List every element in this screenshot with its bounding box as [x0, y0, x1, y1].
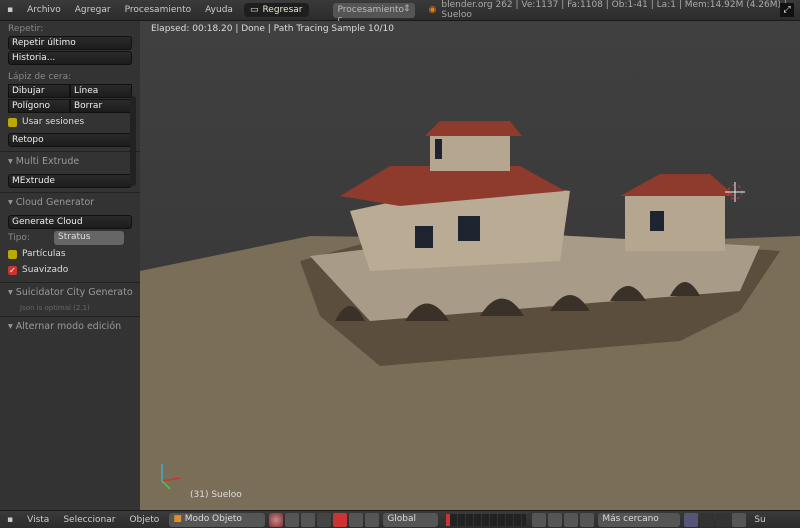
particles-checkbox[interactable]: Partículas — [0, 246, 140, 262]
type-label: Tipo: — [8, 233, 30, 243]
stats-text: blender.org 262 | Ve:1137 | Fa:1108 | Ob… — [441, 0, 787, 20]
panel-title: Cloud Generator — [15, 197, 95, 208]
erase-button[interactable]: Borrar — [70, 99, 132, 113]
shading-icon[interactable] — [269, 512, 284, 527]
render-status: Elapsed: 00:18.20 | Done | Path Tracing … — [151, 24, 394, 34]
draw-button[interactable]: Dibujar — [8, 84, 70, 98]
active-object-label: (31) Sueloo — [190, 490, 242, 500]
panel-multi-extrude[interactable]: ▾ Multi Extrude — [0, 151, 140, 173]
repeat-last-button[interactable]: Repetir último — [8, 36, 132, 50]
cube-icon: ■ — [173, 513, 182, 524]
fullscreen-icon[interactable]: ⤢ — [780, 3, 794, 17]
info-header: ▪ Archivo Agregar Procesamiento Ayuda ▭ R… — [0, 0, 800, 25]
menu-procesamiento[interactable]: Procesamiento — [118, 5, 199, 15]
smooth-checkbox[interactable]: ✓ Suavizado — [0, 262, 140, 278]
menu-ayuda[interactable]: Ayuda — [198, 5, 240, 15]
repeat-label: Repetir: — [8, 24, 44, 34]
translate-icon[interactable] — [333, 512, 348, 527]
smooth-label: Suavizado — [22, 265, 69, 275]
city-note: Json is optimal (2.1) — [20, 304, 90, 312]
menu-agregar[interactable]: Agregar — [68, 5, 118, 15]
orientation-select[interactable]: Global — [383, 512, 439, 527]
proportional-edit-icon[interactable] — [548, 512, 563, 527]
panel-cloud-generator[interactable]: ▾ Cloud Generator — [0, 192, 140, 214]
checkbox-box — [8, 117, 17, 127]
menu-objeto[interactable]: Objeto — [122, 515, 166, 525]
camera-icon[interactable] — [700, 512, 715, 527]
scene-label: Su — [754, 514, 766, 525]
history-button[interactable]: Historia... — [8, 51, 132, 65]
use-sessions-label: Usar sesiones — [22, 117, 85, 127]
tool-shelf: Repetir: Repetir último Historia... Lápi… — [0, 21, 140, 510]
render-icon[interactable] — [684, 512, 699, 527]
checkbox-box — [8, 249, 17, 259]
menu-archivo[interactable]: Archivo — [20, 5, 68, 15]
panel-title: Suicidator City Generato — [15, 287, 133, 298]
pause-icon[interactable] — [732, 512, 747, 527]
screen-icon: ▭ — [249, 5, 259, 15]
render-image — [140, 21, 800, 510]
transform-axis-icon[interactable] — [317, 512, 332, 527]
3d-view-header: ▪ Vista Seleccionar Objeto ■ Modo Objeto… — [0, 510, 800, 528]
scale-icon[interactable] — [365, 512, 380, 527]
back-button[interactable]: ▭ Regresar — [243, 3, 309, 17]
panel-city-generator[interactable]: ▾ Suicidator City Generato — [0, 282, 140, 304]
menu-vista[interactable]: Vista — [20, 515, 56, 525]
use-sessions-checkbox[interactable]: Usar sesiones — [0, 114, 140, 130]
snap-icon[interactable] — [564, 512, 579, 527]
menu-seleccionar[interactable]: Seleccionar — [56, 515, 122, 525]
manipulator-icon[interactable] — [301, 512, 316, 527]
checkmark-icon: ✓ — [8, 265, 17, 275]
panel-title: Multi Extrude — [15, 156, 80, 167]
editor-type-icon[interactable]: ▪ — [0, 515, 20, 525]
mextrude-button[interactable]: MExtrude — [8, 174, 132, 188]
back-label: Regresar — [262, 5, 303, 15]
mode-select[interactable]: ■ Modo Objeto — [169, 512, 266, 527]
generate-cloud-button[interactable]: Generate Cloud — [8, 215, 132, 229]
3d-viewport[interactable]: Elapsed: 00:18.20 | Done | Path Tracing … — [140, 21, 800, 510]
pivot-icon[interactable] — [285, 512, 300, 527]
particles-label: Partículas — [22, 249, 66, 259]
line-button[interactable]: Línea — [70, 84, 132, 98]
blender-logo-icon: ◉ — [428, 5, 437, 15]
panel-title: Alternar modo edición — [15, 321, 122, 332]
stats-bar: ◉ blender.org 262 | Ve:1137 | Fa:1108 | O… — [429, 0, 800, 20]
editor-type-icon[interactable]: ▪ — [0, 5, 20, 15]
snap-element-icon[interactable] — [580, 512, 595, 527]
layers-grid[interactable] — [446, 513, 527, 526]
rotate-icon[interactable] — [349, 512, 364, 527]
polygon-button[interactable]: Polígono — [8, 99, 70, 113]
clapper-icon[interactable] — [716, 512, 731, 527]
type-select[interactable]: Stratus — [54, 231, 124, 245]
lock-layer-icon[interactable] — [532, 512, 547, 527]
grease-pencil-label: Lápiz de cera: — [8, 72, 72, 82]
type-row: Tipo: Stratus — [0, 230, 140, 246]
mode-label: Modo Objeto — [184, 513, 242, 524]
retopo-button[interactable]: Retopo — [8, 133, 132, 147]
snap-target-select[interactable]: Más cercano — [598, 512, 681, 527]
scrollbar[interactable] — [130, 96, 136, 186]
panel-toggle-edit[interactable]: ▾ Alternar modo edición — [0, 316, 140, 338]
render-engine-select[interactable]: Procesamiento c — [332, 2, 415, 25]
